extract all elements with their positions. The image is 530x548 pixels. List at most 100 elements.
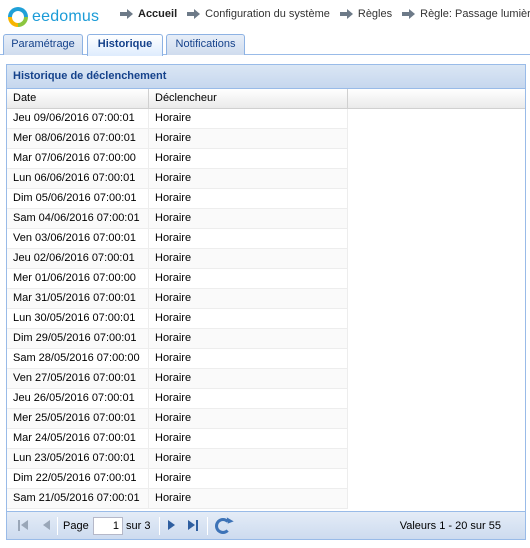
- table-row[interactable]: Mar 07/06/2016 07:00:00 Horaire: [7, 149, 348, 169]
- cell-date: Mer 01/06/2016 07:00:00: [7, 269, 149, 288]
- cell-trigger: Horaire: [149, 229, 348, 248]
- page-label: Page: [63, 520, 89, 532]
- cell-trigger: Horaire: [149, 129, 348, 148]
- toolbar-separator: [159, 517, 160, 535]
- column-header-trigger[interactable]: Déclencheur: [149, 89, 348, 109]
- table-row[interactable]: Dim 29/05/2016 07:00:01 Horaire: [7, 329, 348, 349]
- table-row[interactable]: Lun 30/05/2016 07:00:01 Horaire: [7, 309, 348, 329]
- history-panel: Historique de déclenchement Date Déclenc…: [6, 64, 526, 540]
- table-row[interactable]: Lun 23/05/2016 07:00:01 Horaire: [7, 449, 348, 469]
- cell-trigger: Horaire: [149, 429, 348, 448]
- cell-date: Dim 22/05/2016 07:00:01: [7, 469, 149, 488]
- cell-trigger: Horaire: [149, 269, 348, 288]
- tab-notifications[interactable]: Notifications: [166, 34, 245, 55]
- column-header-date[interactable]: Date: [7, 89, 149, 109]
- cell-date: Sam 04/06/2016 07:00:01: [7, 209, 149, 228]
- breadcrumb-label[interactable]: Règle: Passage lumière: [420, 8, 530, 20]
- breadcrumb-item-configuration[interactable]: Configuration du système: [187, 8, 330, 20]
- cell-date: Ven 03/06/2016 07:00:01: [7, 229, 149, 248]
- paging-toolbar: Page sur 3 Valeurs 1 - 20 sur 55: [7, 511, 525, 539]
- grid-header: Date Déclencheur: [7, 89, 525, 109]
- cell-trigger: Horaire: [149, 409, 348, 428]
- table-row[interactable]: Lun 06/06/2016 07:00:01 Horaire: [7, 169, 348, 189]
- table-row[interactable]: Sam 04/06/2016 07:00:01 Horaire: [7, 209, 348, 229]
- table-row[interactable]: Dim 22/05/2016 07:00:01 Horaire: [7, 469, 348, 489]
- cell-date: Mer 08/06/2016 07:00:01: [7, 129, 149, 148]
- last-page-icon[interactable]: [185, 519, 199, 533]
- cell-date: Lun 06/06/2016 07:00:01: [7, 169, 149, 188]
- table-row[interactable]: Ven 03/06/2016 07:00:01 Horaire: [7, 229, 348, 249]
- next-page-icon[interactable]: [165, 519, 179, 533]
- cell-date: Dim 29/05/2016 07:00:01: [7, 329, 149, 348]
- cell-date: Jeu 02/06/2016 07:00:01: [7, 249, 149, 268]
- table-row[interactable]: Dim 05/06/2016 07:00:01 Horaire: [7, 189, 348, 209]
- cell-date: Sam 21/05/2016 07:00:01: [7, 489, 149, 508]
- cell-trigger: Horaire: [149, 289, 348, 308]
- logo-text: eedomus: [32, 8, 100, 25]
- cell-date: Jeu 09/06/2016 07:00:01: [7, 109, 149, 128]
- refresh-icon[interactable]: [215, 518, 231, 534]
- cell-trigger: Horaire: [149, 309, 348, 328]
- table-row[interactable]: Sam 21/05/2016 07:00:01 Horaire: [7, 489, 348, 509]
- prev-page-icon[interactable]: [39, 519, 53, 533]
- cell-date: Ven 27/05/2016 07:00:01: [7, 369, 149, 388]
- cell-trigger: Horaire: [149, 109, 348, 128]
- cell-trigger: Horaire: [149, 369, 348, 388]
- cell-trigger: Horaire: [149, 329, 348, 348]
- table-row[interactable]: Mer 08/06/2016 07:00:01 Horaire: [7, 129, 348, 149]
- app-header: eedomus Accueil Configuration du système…: [0, 0, 530, 32]
- cell-trigger: Horaire: [149, 349, 348, 368]
- cell-date: Mar 07/06/2016 07:00:00: [7, 149, 149, 168]
- tab-parametrage[interactable]: Paramétrage: [3, 34, 83, 55]
- breadcrumb-item-regles[interactable]: Règles: [339, 8, 392, 20]
- cell-trigger: Horaire: [149, 209, 348, 228]
- cell-date: Lun 23/05/2016 07:00:01: [7, 449, 149, 468]
- cell-trigger: Horaire: [149, 189, 348, 208]
- page-total: sur 3: [126, 520, 151, 532]
- cell-trigger: Horaire: [149, 449, 348, 468]
- table-row[interactable]: Sam 28/05/2016 07:00:00 Horaire: [7, 349, 348, 369]
- breadcrumb: Accueil Configuration du système Règles …: [120, 8, 530, 20]
- arrow-right-icon: [187, 9, 201, 19]
- cell-trigger: Horaire: [149, 149, 348, 168]
- cell-date: Dim 05/06/2016 07:00:01: [7, 189, 149, 208]
- cell-date: Mar 24/05/2016 07:00:01: [7, 429, 149, 448]
- panel-title: Historique de déclenchement: [7, 65, 525, 89]
- table-row[interactable]: Mar 24/05/2016 07:00:01 Horaire: [7, 429, 348, 449]
- grid-body[interactable]: Jeu 09/06/2016 07:00:01 Horaire Mer 08/06/…: [7, 109, 525, 512]
- breadcrumb-label[interactable]: Configuration du système: [205, 8, 330, 20]
- table-row[interactable]: Ven 27/05/2016 07:00:01 Horaire: [7, 369, 348, 389]
- eedomus-logo[interactable]: eedomus: [8, 6, 99, 28]
- table-row[interactable]: Jeu 02/06/2016 07:00:01 Horaire: [7, 249, 348, 269]
- cell-date: Mer 25/05/2016 07:00:01: [7, 409, 149, 428]
- toolbar-separator: [57, 517, 58, 535]
- cell-date: Mar 31/05/2016 07:00:01: [7, 289, 149, 308]
- table-row[interactable]: Jeu 09/06/2016 07:00:01 Horaire: [7, 109, 348, 129]
- cell-trigger: Horaire: [149, 389, 348, 408]
- breadcrumb-item-accueil[interactable]: Accueil: [120, 8, 177, 20]
- values-summary: Valeurs 1 - 20 sur 55: [399, 520, 501, 532]
- arrow-right-icon: [120, 9, 134, 19]
- arrow-right-icon: [402, 9, 416, 19]
- first-page-icon[interactable]: [17, 519, 31, 533]
- tab-bar: Paramétrage Historique Notifications: [0, 32, 530, 56]
- cell-trigger: Horaire: [149, 469, 348, 488]
- table-row[interactable]: Mer 25/05/2016 07:00:01 Horaire: [7, 409, 348, 429]
- cell-date: Lun 30/05/2016 07:00:01: [7, 309, 149, 328]
- breadcrumb-label[interactable]: Accueil: [138, 8, 177, 20]
- toolbar-separator: [207, 517, 208, 535]
- page-number-input[interactable]: [93, 517, 123, 535]
- cell-date: Jeu 26/05/2016 07:00:01: [7, 389, 149, 408]
- arrow-right-icon: [339, 9, 354, 19]
- breadcrumb-label[interactable]: Règles: [358, 8, 392, 20]
- table-row[interactable]: Jeu 26/05/2016 07:00:01 Horaire: [7, 389, 348, 409]
- tab-historique[interactable]: Historique: [87, 34, 163, 56]
- cell-trigger: Horaire: [149, 249, 348, 268]
- table-row[interactable]: Mar 31/05/2016 07:00:01 Horaire: [7, 289, 348, 309]
- table-row[interactable]: Mer 01/06/2016 07:00:00 Horaire: [7, 269, 348, 289]
- breadcrumb-item-regle[interactable]: Règle: Passage lumière: [402, 8, 530, 20]
- logo-ring-icon: [8, 7, 28, 27]
- cell-trigger: Horaire: [149, 489, 348, 508]
- cell-date: Sam 28/05/2016 07:00:00: [7, 349, 149, 368]
- cell-trigger: Horaire: [149, 169, 348, 188]
